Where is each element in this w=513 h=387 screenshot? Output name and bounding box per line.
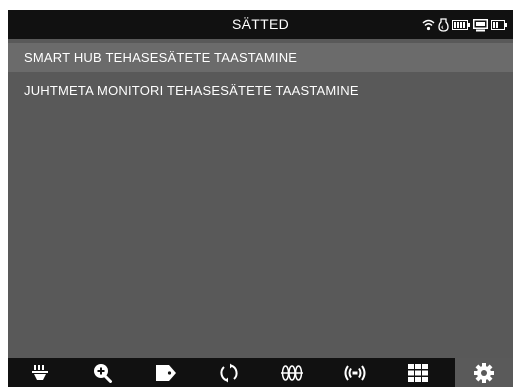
temperature-icon xyxy=(280,364,304,382)
settings-button[interactable] xyxy=(455,358,513,387)
menu-item-reset-wireless-monitor[interactable]: JUHTMETA MONITORI TEHASESÄTETE TAASTAMIN… xyxy=(8,76,513,105)
tag-button[interactable] xyxy=(137,358,195,387)
rotate-icon xyxy=(219,363,239,383)
status-icons xyxy=(422,17,507,33)
temperature-button[interactable] xyxy=(263,358,321,387)
menu-item-reset-smart-hub[interactable]: SMART HUB TEHASESÄTETE TAASTAMINE xyxy=(8,43,513,72)
bottle-icon xyxy=(31,364,49,382)
settings-icon xyxy=(473,362,495,384)
monitor-battery-icon xyxy=(452,20,470,30)
sound-button[interactable] xyxy=(326,358,384,387)
smart-hub-icon xyxy=(473,18,488,32)
grid-button[interactable] xyxy=(389,358,447,387)
device-screen: SÄTTED SMART HUB TEHASESÄTETE TAASTAMINE… xyxy=(8,10,513,387)
zoom-button[interactable] xyxy=(74,358,132,387)
tag-icon xyxy=(155,364,177,382)
grid-icon xyxy=(408,363,428,382)
zoom-icon xyxy=(93,363,113,383)
title-bar: SÄTTED xyxy=(8,10,513,39)
sound-icon xyxy=(342,364,368,382)
bottom-toolbar xyxy=(8,358,513,387)
bottle-button[interactable] xyxy=(11,358,69,387)
hub-battery-icon xyxy=(491,20,507,30)
rotate-button[interactable] xyxy=(200,358,258,387)
nightlight-icon xyxy=(438,18,449,32)
wifi-icon xyxy=(422,19,435,31)
